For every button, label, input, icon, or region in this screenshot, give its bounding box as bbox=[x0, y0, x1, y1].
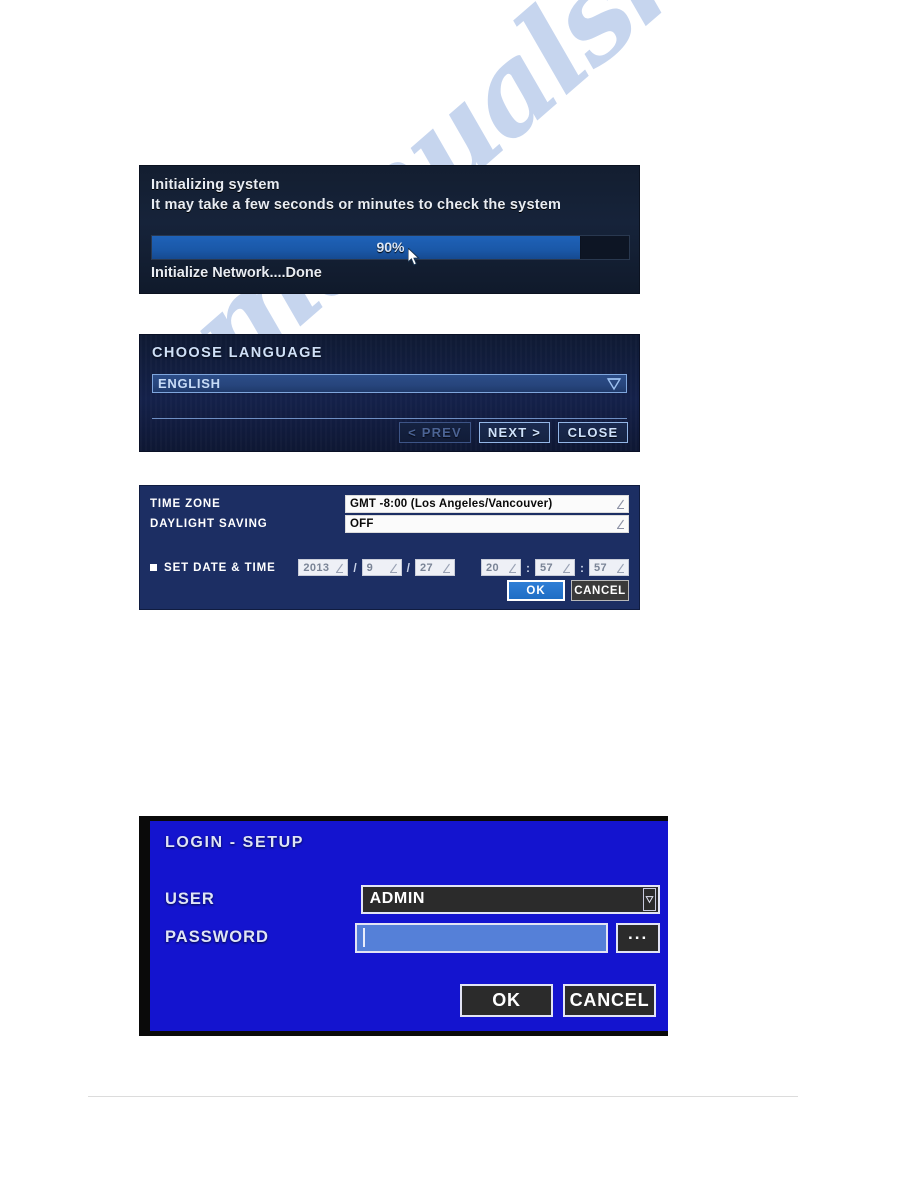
init-subtitle: It may take a few seconds or minutes to … bbox=[151, 197, 562, 213]
year-value: 2013 bbox=[303, 561, 330, 574]
hour-value: 20 bbox=[486, 561, 500, 574]
date-separator: / bbox=[353, 560, 357, 575]
next-button[interactable]: NEXT > bbox=[478, 422, 550, 443]
chevron-down-icon bbox=[606, 378, 622, 391]
prev-button[interactable]: < PREV bbox=[399, 422, 471, 443]
daylight-saving-row: DAYLIGHT SAVING OFF bbox=[150, 515, 629, 533]
time-zone-field[interactable]: GMT -8:00 (Los Angeles/Vancouver) bbox=[345, 495, 629, 513]
user-select[interactable]: ADMIN bbox=[360, 884, 660, 914]
login-panel-buttons: OK CANCEL bbox=[460, 984, 656, 1017]
year-field[interactable]: 2013 bbox=[298, 559, 349, 576]
hour-field[interactable]: 20 bbox=[481, 559, 521, 576]
stepper-tick-icon bbox=[389, 563, 397, 574]
document-page: manualshive.com Initializing system It m… bbox=[0, 0, 918, 1188]
language-panel-divider bbox=[152, 418, 627, 419]
user-value: ADMIN bbox=[369, 890, 426, 907]
login-setup-panel: LOGIN - SETUP USER ADMIN PASSWORD ... OK… bbox=[139, 816, 668, 1036]
progress-percent-label: 90% bbox=[376, 239, 405, 255]
set-date-time-label: SET DATE & TIME bbox=[164, 561, 276, 574]
dropdown-tick-icon bbox=[617, 519, 624, 530]
stepper-tick-icon bbox=[443, 563, 450, 574]
month-value: 9 bbox=[366, 561, 374, 574]
time-zone-row: TIME ZONE GMT -8:00 (Los Angeles/Vancouv… bbox=[150, 495, 629, 513]
login-panel-body: LOGIN - SETUP USER ADMIN PASSWORD ... OK… bbox=[150, 821, 668, 1031]
language-select[interactable]: ENGLISH bbox=[152, 374, 627, 393]
password-keypad-button[interactable]: ... bbox=[616, 922, 660, 953]
second-field[interactable]: 57 bbox=[589, 559, 629, 576]
day-value: 27 bbox=[420, 561, 434, 574]
password-label: PASSWORD bbox=[165, 928, 269, 946]
time-zone-value: GMT -8:00 (Los Angeles/Vancouver) bbox=[350, 498, 553, 510]
month-field[interactable]: 9 bbox=[361, 559, 402, 576]
daylight-saving-field[interactable]: OFF bbox=[345, 515, 629, 533]
date-time-fields: 2013 / 9 / 27 20: 57: 57 bbox=[298, 559, 629, 576]
time-separator: : bbox=[526, 560, 530, 575]
password-input[interactable] bbox=[355, 922, 609, 953]
init-status-text: Initialize Network....Done bbox=[151, 265, 322, 281]
initializing-system-panel: Initializing system It may take a few se… bbox=[139, 165, 640, 294]
daylight-saving-label: DAYLIGHT SAVING bbox=[150, 518, 268, 530]
language-select-value: ENGLISH bbox=[158, 376, 221, 391]
time-cancel-button[interactable]: CANCEL bbox=[571, 580, 629, 601]
language-panel-buttons: < PREV NEXT > CLOSE bbox=[399, 422, 628, 443]
user-label: USER bbox=[165, 889, 215, 908]
second-value: 57 bbox=[594, 561, 608, 574]
time-zone-panel: TIME ZONE GMT -8:00 (Los Angeles/Vancouv… bbox=[139, 485, 640, 610]
bullet-square-icon bbox=[150, 564, 157, 571]
init-title: Initializing system bbox=[151, 177, 280, 193]
time-zone-label: TIME ZONE bbox=[150, 498, 221, 510]
stepper-tick-icon bbox=[617, 563, 624, 574]
choose-language-title: CHOOSE LANGUAGE bbox=[152, 345, 323, 361]
minute-field[interactable]: 57 bbox=[535, 559, 575, 576]
stepper-tick-icon bbox=[336, 563, 344, 574]
set-date-time-row: SET DATE & TIME 2013 / 9 / 27 20: 57: … bbox=[150, 559, 629, 576]
choose-language-panel: CHOOSE LANGUAGE ENGLISH < PREV NEXT > CL… bbox=[139, 334, 640, 452]
footer-divider bbox=[88, 1096, 798, 1097]
login-ok-button[interactable]: OK bbox=[460, 984, 553, 1017]
login-cancel-button[interactable]: CANCEL bbox=[563, 984, 656, 1017]
day-field[interactable]: 27 bbox=[415, 559, 455, 576]
date-separator: / bbox=[406, 560, 410, 575]
stepper-tick-icon bbox=[509, 563, 516, 574]
time-panel-buttons: OK CANCEL bbox=[507, 580, 629, 601]
daylight-saving-value: OFF bbox=[350, 518, 374, 530]
close-button[interactable]: CLOSE bbox=[558, 422, 628, 443]
time-ok-button[interactable]: OK bbox=[507, 580, 565, 601]
minute-value: 57 bbox=[540, 561, 554, 574]
login-user-row: USER ADMIN bbox=[165, 884, 660, 914]
login-password-row: PASSWORD ... bbox=[165, 921, 660, 954]
dropdown-tick-icon bbox=[617, 499, 624, 510]
chevron-down-icon[interactable] bbox=[643, 887, 656, 911]
mouse-pointer-icon bbox=[408, 248, 420, 266]
login-title: LOGIN - SETUP bbox=[165, 834, 305, 851]
stepper-tick-icon bbox=[563, 563, 570, 574]
time-separator: : bbox=[580, 560, 584, 575]
text-caret bbox=[363, 928, 366, 947]
progress-bar: 90% bbox=[151, 235, 630, 266]
